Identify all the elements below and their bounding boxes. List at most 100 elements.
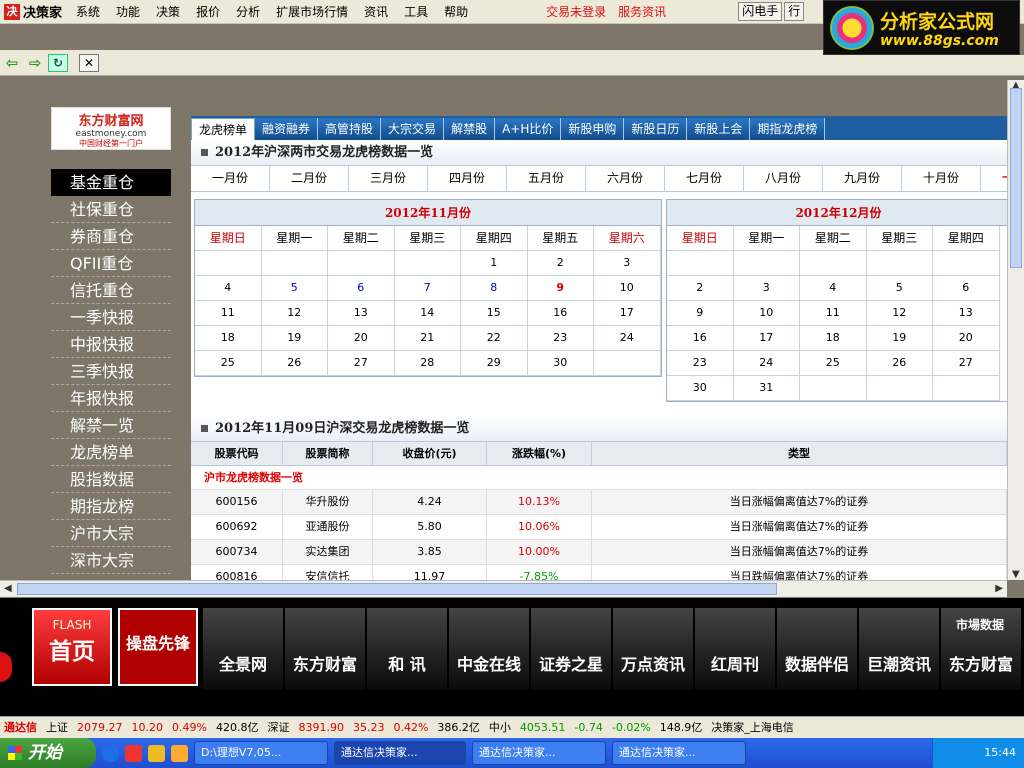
calendar-day[interactable]: 6 <box>328 276 395 301</box>
calendar-day[interactable]: 4 <box>800 276 867 301</box>
calendar-day[interactable]: 4 <box>195 276 262 301</box>
calendar-day[interactable]: 5 <box>866 276 933 301</box>
nav-q1-report[interactable]: 一季快报 <box>51 304 171 331</box>
ad-link-stockstar[interactable]: 证券之星 <box>531 608 611 690</box>
tab-ah-price-ratio[interactable]: A+H比价 <box>495 118 562 140</box>
taskbar-item-tdx-2[interactable]: 通达信决策家... <box>472 741 606 765</box>
tab-dragon-tiger-list[interactable]: 龙虎榜单 <box>191 118 256 140</box>
ad-link-hongzhoukan[interactable]: 红周刊 <box>695 608 775 690</box>
menu-analysis[interactable]: 分析 <box>228 0 268 24</box>
table-row[interactable]: 600692 亚通股份 5.80 10.06% 当日涨幅偏离值达7%的证券 <box>191 515 1007 540</box>
menu-tools[interactable]: 工具 <box>396 0 436 24</box>
calendar-day[interactable]: 8 <box>461 276 528 301</box>
tab-futures-dragon-tiger[interactable]: 期指龙虎榜 <box>750 118 826 140</box>
menu-info[interactable]: 资讯 <box>356 0 396 24</box>
calendar-day[interactable]: 21 <box>394 326 461 351</box>
ad-link-cninfo[interactable]: 巨潮资讯 <box>859 608 939 690</box>
brand-banner[interactable]: 分析家公式网 www.88gs.com <box>823 0 1020 55</box>
horizontal-scrollbar[interactable]: ◀ ▶ <box>0 580 1007 597</box>
calendar-day[interactable]: 22 <box>461 326 528 351</box>
player-icon[interactable] <box>125 744 142 762</box>
home-flash-button[interactable]: FLASH 首页 <box>32 608 112 686</box>
tab-unlocked-shares[interactable]: 解禁股 <box>444 118 496 140</box>
scroll-down-icon[interactable]: ▼ <box>1012 569 1020 580</box>
scrollbar-thumb[interactable] <box>1010 88 1022 268</box>
calendar-day[interactable]: 11 <box>800 301 867 326</box>
calendar-day[interactable]: 25 <box>800 351 867 376</box>
taskbar-item-explorer[interactable]: D:\理想V7,05... <box>194 741 328 765</box>
calendar-day[interactable]: 14 <box>394 301 461 326</box>
month-11[interactable]: 十一月 <box>981 166 1007 191</box>
calendar-day[interactable]: 31 <box>733 376 800 401</box>
table-row[interactable]: 600734 实达集团 3.85 10.00% 当日涨幅偏离值达7%的证券 <box>191 540 1007 565</box>
calendar-day[interactable]: 12 <box>866 301 933 326</box>
nav-fund-holdings[interactable]: 基金重仓 <box>51 169 171 196</box>
month-1[interactable]: 一月份 <box>191 166 270 191</box>
nav-unlock-overview[interactable]: 解禁一览 <box>51 412 171 439</box>
nav-half-year-report[interactable]: 中报快报 <box>51 331 171 358</box>
tab-executive-holdings[interactable]: 高管持股 <box>318 118 382 140</box>
header-code[interactable]: 股票代码 <box>191 442 283 465</box>
market-data-label[interactable]: 市場数据 <box>941 616 1019 634</box>
calendar-day[interactable]: 3 <box>594 251 661 276</box>
calendar-day[interactable]: 16 <box>667 326 734 351</box>
calendar-day[interactable]: 5 <box>261 276 328 301</box>
nav-q3-report[interactable]: 三季快报 <box>51 358 171 385</box>
calendar-day[interactable]: 23 <box>527 326 594 351</box>
ad-link-cnfol[interactable]: 中金在线 <box>449 608 529 690</box>
calendar-day[interactable]: 26 <box>261 351 328 376</box>
calendar-day[interactable]: 2 <box>667 276 734 301</box>
back-arrow-icon[interactable]: ⇦ <box>2 54 22 72</box>
tab-ipo-subscription[interactable]: 新股申购 <box>561 118 625 140</box>
calendar-day[interactable]: 16 <box>527 301 594 326</box>
nav-qfii-holdings[interactable]: QFII重仓 <box>51 250 171 277</box>
menu-system[interactable]: 系统 <box>68 0 108 24</box>
taskbar-item-tdx-1[interactable]: 通达信决策家... <box>334 741 466 765</box>
nav-social-security-holdings[interactable]: 社保重仓 <box>51 196 171 223</box>
trade-pioneer-button[interactable]: 操盘先锋 <box>118 608 198 686</box>
header-change[interactable]: 涨跌幅(%) <box>487 442 592 465</box>
month-7[interactable]: 七月份 <box>665 166 744 191</box>
ad-link-hexun[interactable]: 和 讯 <box>367 608 447 690</box>
calendar-day[interactable]: 3 <box>733 276 800 301</box>
calendar-day[interactable]: 30 <box>527 351 594 376</box>
trade-login-link[interactable]: 交易未登录 <box>540 0 612 24</box>
service-info-link[interactable]: 服务资讯 <box>612 0 672 24</box>
calendar-day[interactable]: 18 <box>195 326 262 351</box>
close-icon[interactable]: ✕ <box>79 53 99 72</box>
month-3[interactable]: 三月份 <box>349 166 428 191</box>
calendar-day[interactable]: 25 <box>195 351 262 376</box>
header-name[interactable]: 股票简称 <box>283 442 373 465</box>
scroll-right-icon[interactable]: ▶ <box>995 583 1003 594</box>
calendar-day[interactable]: 29 <box>461 351 528 376</box>
scroll-left-icon[interactable]: ◀ <box>4 583 12 594</box>
scrollbar-thumb[interactable] <box>17 583 777 595</box>
menu-quote[interactable]: 报价 <box>188 0 228 24</box>
month-6[interactable]: 六月份 <box>586 166 665 191</box>
calendar-day[interactable]: 27 <box>933 351 1000 376</box>
calendar-day[interactable]: 13 <box>933 301 1000 326</box>
calendar-day[interactable]: 10 <box>733 301 800 326</box>
tab-margin-trading[interactable]: 融资融券 <box>255 118 319 140</box>
table-row[interactable]: 600156 华升股份 4.24 10.13% 当日涨幅偏离值达7%的证券 <box>191 490 1007 515</box>
taskbar-item-tdx-3[interactable]: 通达信决策家... <box>612 741 746 765</box>
calendar-day[interactable]: 13 <box>328 301 395 326</box>
ad-link-quanjing[interactable]: 全景网 <box>203 608 283 690</box>
folder-icon[interactable] <box>148 744 165 762</box>
calendar-day[interactable]: 10 <box>594 276 661 301</box>
calendar-day[interactable]: 24 <box>594 326 661 351</box>
calendar-day[interactable]: 28 <box>394 351 461 376</box>
calendar-day[interactable]: 24 <box>733 351 800 376</box>
nav-sh-block-trades[interactable]: 沪市大宗 <box>51 520 171 547</box>
menu-function[interactable]: 功能 <box>108 0 148 24</box>
menu-help[interactable]: 帮助 <box>436 0 476 24</box>
calendar-day[interactable]: 17 <box>733 326 800 351</box>
ad-link-eastmoney[interactable]: 东方财富 <box>285 608 365 690</box>
month-9[interactable]: 九月份 <box>823 166 902 191</box>
tab-ipo-calendar[interactable]: 新股日历 <box>624 118 688 140</box>
calendar-day[interactable]: 9 <box>527 276 594 301</box>
nav-broker-holdings[interactable]: 券商重仓 <box>51 223 171 250</box>
calendar-day[interactable]: 7 <box>394 276 461 301</box>
nav-futures-dragon-list[interactable]: 期指龙榜 <box>51 493 171 520</box>
month-10[interactable]: 十月份 <box>902 166 981 191</box>
